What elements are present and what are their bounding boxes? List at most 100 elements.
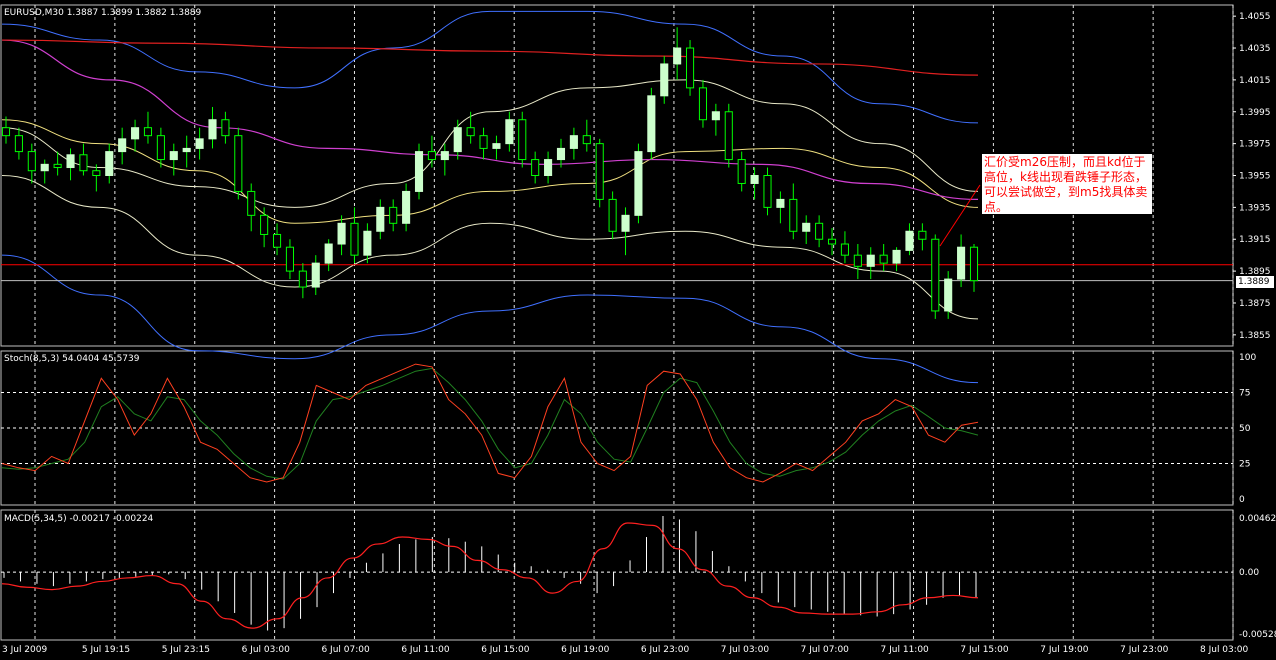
candle-body <box>260 214 269 235</box>
candle-body <box>531 159 540 176</box>
candle-body <box>118 138 127 153</box>
candle-body <box>440 151 449 161</box>
candle-body <box>466 127 475 137</box>
time-label: 6 Jul 23:00 <box>641 645 690 655</box>
stoch-main-line <box>1 363 979 483</box>
candle-body <box>595 143 604 200</box>
candle-body <box>427 151 436 161</box>
price-tick-label: 1.3855 <box>1239 331 1271 341</box>
candle-body <box>686 47 695 89</box>
candle-body <box>569 135 578 149</box>
candle-body <box>156 135 165 161</box>
candle-body <box>182 147 191 153</box>
time-label: 7 Jul 07:00 <box>801 645 850 655</box>
candle-body <box>311 262 320 288</box>
candle-body <box>776 198 785 208</box>
candle-body <box>789 198 798 232</box>
candle-body <box>14 135 23 153</box>
price-tick-label: 1.3875 <box>1239 299 1271 309</box>
candle-body <box>195 138 204 149</box>
candle-body <box>724 111 733 161</box>
time-label: 7 Jul 15:00 <box>960 645 1009 655</box>
candle-body <box>363 230 372 256</box>
macd-tick-label: 0.00 <box>1239 568 1259 578</box>
bollinger-upper-outer <box>1 10 979 124</box>
time-label: 6 Jul 07:00 <box>321 645 370 655</box>
candle-body <box>698 87 708 121</box>
vertical-grid <box>34 5 1234 640</box>
candle-body <box>802 222 811 232</box>
candle-body <box>556 147 566 161</box>
candle-body <box>892 249 901 264</box>
time-label: 6 Jul 03:00 <box>242 645 291 655</box>
candle-body <box>221 119 230 137</box>
price-tick-label: 1.3915 <box>1239 235 1271 245</box>
axis-labels: 3 Jul 2009 5 Jul 19:15 5 Jul 23:15 6 Jul 03… <box>2 12 1276 655</box>
stoch-signal-line <box>1 367 979 480</box>
pane-frame <box>0 509 1234 641</box>
candle-body <box>957 246 966 280</box>
mt4-chart[interactable]: 3 Jul 2009 5 Jul 19:15 5 Jul 23:15 6 Jul 03… <box>0 0 1276 660</box>
candle-body <box>840 243 849 256</box>
candle-body <box>621 214 630 232</box>
candle-body <box>234 135 243 192</box>
price-tick-label: 1.3995 <box>1239 108 1271 118</box>
candle-body <box>105 151 114 176</box>
candle-body <box>505 119 514 145</box>
candle-body <box>918 230 927 240</box>
main-pane-title: EURUSD,M30 1.3887 1.3899 1.3882 1.3889 <box>4 8 202 18</box>
bollinger-lower-outer <box>1 254 979 384</box>
stoch-tick-label: 50 <box>1239 424 1251 434</box>
moving-average-red <box>1 39 979 76</box>
candles-layer <box>1 27 979 319</box>
price-tick-label: 1.3935 <box>1239 203 1271 213</box>
candle-body <box>92 170 101 176</box>
stoch-tick-label: 0 <box>1239 495 1245 505</box>
candle-body <box>1 127 11 137</box>
candle-body <box>673 47 682 65</box>
candle-body <box>247 190 256 216</box>
candle-body <box>389 206 398 224</box>
candle-body <box>827 238 837 245</box>
candle-body <box>40 163 49 172</box>
current-price-label: 1.3889 <box>1236 276 1274 288</box>
stoch-pane-title: Stoch(8,5,3) 54.0404 45.5739 <box>4 354 140 364</box>
candle-body <box>27 151 36 172</box>
candle-body <box>272 233 282 248</box>
time-label: 7 Jul 23:00 <box>1120 645 1169 655</box>
time-label: 5 Jul 23:15 <box>162 645 210 655</box>
candle-body <box>479 135 488 149</box>
candle-body <box>453 127 462 153</box>
price-tick-label: 1.4015 <box>1239 76 1271 86</box>
candle-body <box>969 246 979 282</box>
candle-body <box>853 254 862 267</box>
candle-body <box>337 222 346 245</box>
candle-body <box>905 230 914 251</box>
candle-body <box>143 127 153 137</box>
price-tick-label: 1.3975 <box>1239 140 1271 150</box>
candle-body <box>582 135 591 145</box>
candle-body <box>414 151 424 192</box>
candle-body <box>131 127 140 140</box>
candle-body <box>208 119 217 140</box>
candle-body <box>66 154 75 169</box>
candle-body <box>298 270 307 288</box>
candle-body <box>376 206 385 232</box>
candle-body <box>711 111 720 121</box>
time-label: 6 Jul 19:00 <box>561 645 610 655</box>
candle-body <box>660 63 669 97</box>
candle-body <box>763 175 772 208</box>
time-label: 7 Jul 11:00 <box>881 645 930 655</box>
candle-body <box>815 222 824 240</box>
stoch-tick-label: 25 <box>1239 460 1250 470</box>
candle-body <box>608 198 617 232</box>
candle-body <box>402 190 411 224</box>
candle-body <box>169 151 178 161</box>
candle-body <box>518 119 527 161</box>
candle-body <box>492 143 501 149</box>
candle-body <box>944 278 953 312</box>
candle-body <box>737 159 746 184</box>
candle-body <box>931 238 940 312</box>
time-label: 6 Jul 15:00 <box>481 645 530 655</box>
time-label: 6 Jul 11:00 <box>401 645 450 655</box>
